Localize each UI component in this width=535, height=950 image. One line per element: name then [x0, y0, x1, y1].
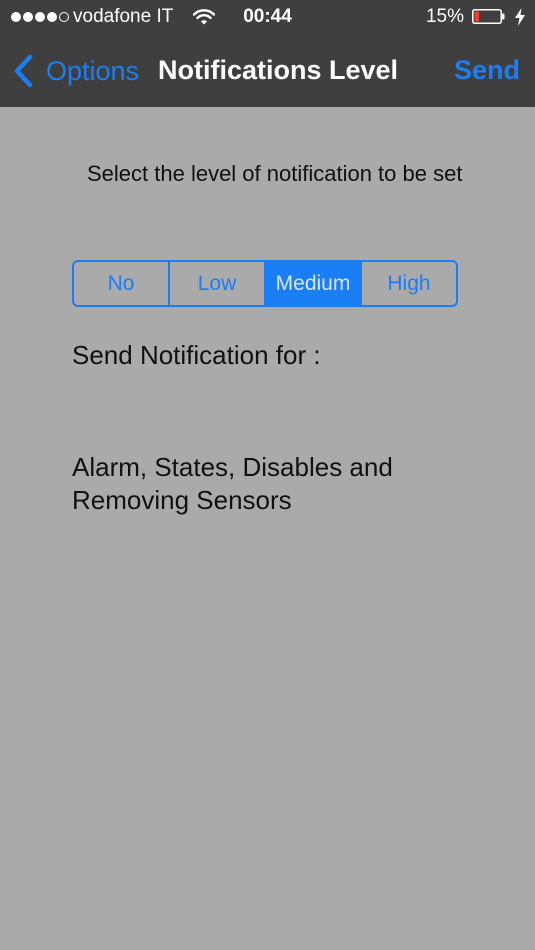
level-option-medium[interactable]: Medium [266, 262, 362, 305]
back-button[interactable]: Options [12, 52, 139, 90]
page-title: Notifications Level [158, 55, 399, 85]
instruction-text: Select the level of notification to be s… [87, 161, 463, 186]
send-button[interactable]: Send [454, 55, 520, 86]
battery-percent: 15% [425, 6, 464, 27]
notification-level-control: No Low Medium High [72, 260, 458, 307]
status-bar: vodafone IT 00:44 15% [0, 0, 535, 36]
chevron-left-icon [14, 54, 33, 88]
charging-bolt-icon [515, 8, 525, 26]
back-button-label: Options [46, 55, 140, 86]
level-option-no[interactable]: No [74, 262, 170, 305]
notification-scope-description: Alarm, States, Disables and Removing Sen… [72, 452, 393, 515]
send-notification-label: Send Notification for : [72, 340, 321, 370]
level-option-low[interactable]: Low [170, 262, 266, 305]
level-option-high[interactable]: High [362, 262, 456, 305]
battery-icon [472, 9, 505, 24]
top-bar: vodafone IT 00:44 15% Options Notificati… [0, 0, 535, 107]
